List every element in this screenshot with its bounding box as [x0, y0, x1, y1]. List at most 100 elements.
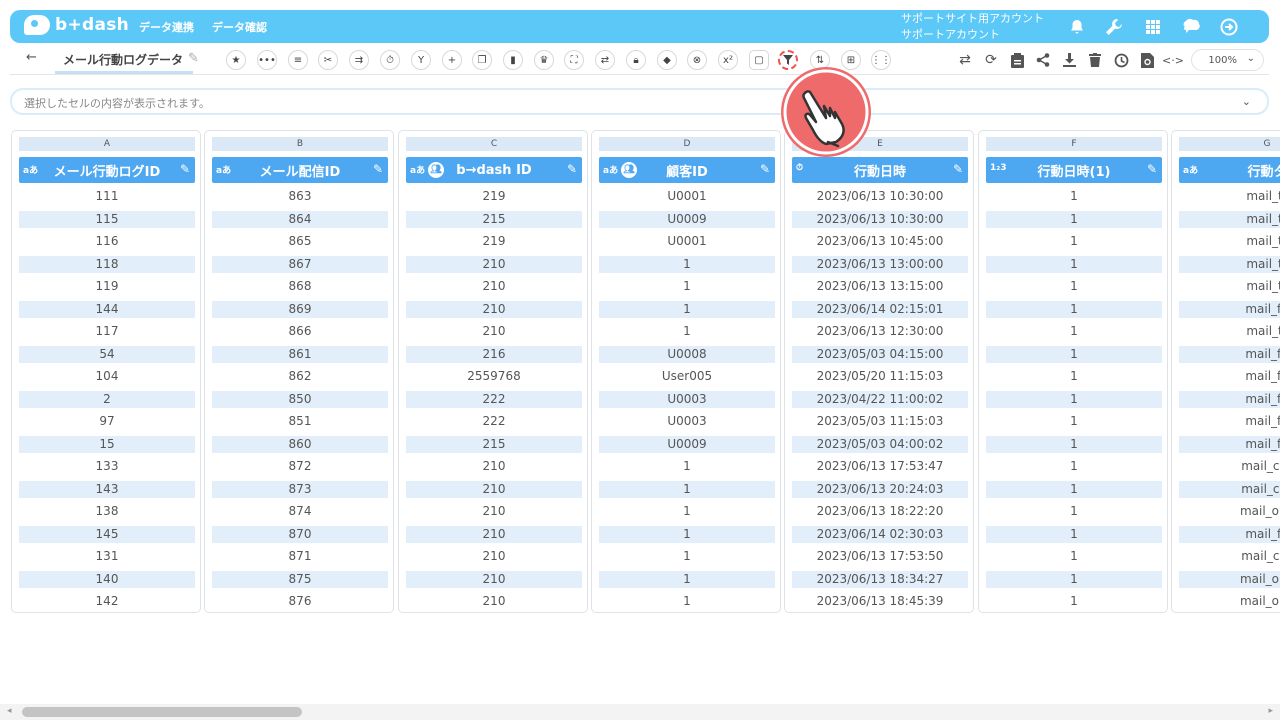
scrollbar-thumb[interactable] [22, 707, 302, 717]
table-cell[interactable]: 1 [986, 323, 1162, 340]
table-cell[interactable]: U0003 [599, 413, 775, 430]
column-header[interactable]: aあ メール配信ID ✎ [212, 157, 388, 183]
edit-column-icon[interactable]: ✎ [953, 162, 963, 176]
column-header[interactable]: aあ メール行動ログID ✎ [19, 157, 195, 183]
table-cell[interactable]: 2023/05/03 11:15:03 [792, 413, 968, 430]
table-cell[interactable]: 1 [986, 480, 1162, 498]
chevron-down-icon[interactable]: ⌄ [1242, 95, 1251, 108]
table-cell[interactable]: 54 [19, 345, 195, 363]
table-cell[interactable]: 210 [406, 503, 582, 520]
table-cell[interactable]: 210 [406, 593, 582, 610]
scroll-right-icon[interactable]: ▸ [1268, 706, 1273, 716]
table-cell[interactable]: 118 [19, 255, 195, 273]
table-cell[interactable]: 2 [19, 390, 195, 408]
table-cell[interactable]: mail_tr [1179, 233, 1280, 250]
swap-icon[interactable]: ⇄ [595, 50, 615, 70]
table-cell[interactable]: 2023/06/13 18:45:39 [792, 593, 968, 610]
edit-column-icon[interactable]: ✎ [373, 162, 383, 176]
table-cell[interactable]: mail_tr [1179, 323, 1280, 340]
table-cell[interactable]: 2023/06/13 13:00:00 [792, 255, 968, 273]
horizontal-scrollbar[interactable]: ◂ ▸ [0, 704, 1280, 720]
table-cell[interactable]: User005 [599, 368, 775, 385]
edit-column-icon[interactable]: ✎ [180, 162, 190, 176]
table-cell[interactable]: 2023/06/14 02:15:01 [792, 300, 968, 318]
table-cell[interactable]: 210 [406, 323, 582, 340]
table-cell[interactable]: mail_fa [1179, 413, 1280, 430]
table-cell[interactable]: mail_fa [1179, 345, 1280, 363]
table-cell[interactable]: 1 [599, 255, 775, 273]
table-cell[interactable]: 138 [19, 503, 195, 520]
table-cell[interactable]: mail_clic [1179, 458, 1280, 475]
list-icon[interactable]: ≡ [288, 50, 308, 70]
table-cell[interactable]: 860 [212, 435, 388, 453]
back-button[interactable]: ← [26, 50, 37, 65]
table-cell[interactable]: 2023/05/03 04:00:02 [792, 435, 968, 453]
copy-icon[interactable]: ❐ [472, 50, 492, 70]
table-cell[interactable]: 215 [406, 435, 582, 453]
table-cell[interactable]: mail_tr [1179, 278, 1280, 295]
column-header[interactable]: aあ 👥︎ b→dash ID ✎ [406, 157, 582, 183]
table-cell[interactable]: 868 [212, 278, 388, 295]
table-cell[interactable]: 874 [212, 503, 388, 520]
column-letter[interactable]: D [599, 137, 775, 151]
function-icon[interactable]: x² [718, 50, 738, 70]
table-cell[interactable]: 222 [406, 413, 582, 430]
table-cell[interactable]: 872 [212, 458, 388, 475]
transfer-icon[interactable]: ⇄ [956, 51, 974, 69]
table-cell[interactable]: 111 [19, 188, 195, 205]
table-cell[interactable]: 219 [406, 233, 582, 250]
sheet-name[interactable]: メール行動ログデータ [55, 51, 194, 74]
dots-icon[interactable]: ••• [257, 50, 277, 70]
refresh-icon[interactable]: ⟳ [982, 51, 1000, 69]
table-cell[interactable]: 1 [986, 570, 1162, 588]
table-cell[interactable]: 2023/05/20 11:15:03 [792, 368, 968, 385]
lock-icon[interactable]: 🔒︎ [626, 50, 646, 70]
table-cell[interactable]: 2023/06/13 18:34:27 [792, 570, 968, 588]
scroll-left-icon[interactable]: ◂ [7, 706, 12, 716]
table-cell[interactable]: 861 [212, 345, 388, 363]
table-cell[interactable]: U0003 [599, 390, 775, 408]
clipboard-icon[interactable] [1008, 51, 1026, 69]
table-cell[interactable]: 1 [599, 300, 775, 318]
table-cell[interactable]: 866 [212, 323, 388, 340]
table-cell[interactable]: 1 [986, 548, 1162, 565]
table-cell[interactable]: 210 [406, 548, 582, 565]
table-cell[interactable]: 210 [406, 300, 582, 318]
table-cell[interactable]: mail_clic [1179, 548, 1280, 565]
table-cell[interactable]: 2023/04/22 11:00:02 [792, 390, 968, 408]
table-cell[interactable]: mail_fa [1179, 525, 1280, 543]
table-cell[interactable]: 142 [19, 593, 195, 610]
table-cell[interactable]: 870 [212, 525, 388, 543]
table-cell[interactable]: mail_fa [1179, 435, 1280, 453]
table-cell[interactable]: 1 [986, 390, 1162, 408]
frame-icon[interactable]: ▢ [749, 50, 769, 70]
table-cell[interactable]: mail_ope [1179, 593, 1280, 610]
edit-column-icon[interactable]: ✎ [760, 162, 770, 176]
table-cell[interactable]: 2023/05/03 04:15:00 [792, 345, 968, 363]
share-icon[interactable] [1034, 51, 1052, 69]
table-cell[interactable]: mail_tr [1179, 210, 1280, 228]
table-cell[interactable]: 119 [19, 278, 195, 295]
table-cell[interactable]: mail_ope [1179, 570, 1280, 588]
table-cell[interactable]: 1 [986, 278, 1162, 295]
table-cell[interactable]: 2023/06/13 20:24:03 [792, 480, 968, 498]
table-cell[interactable]: 143 [19, 480, 195, 498]
column-header[interactable]: aあ 👥︎ 顧客ID ✎ [599, 157, 775, 183]
logout-icon[interactable] [1219, 17, 1239, 37]
table-cell[interactable]: 2023/06/13 17:53:50 [792, 548, 968, 565]
fork-icon[interactable]: Y [411, 50, 431, 70]
zoom-select[interactable]: 100% ⌄ [1191, 49, 1264, 71]
table-cell[interactable]: 1 [986, 255, 1162, 273]
table-cell[interactable]: 1 [599, 278, 775, 295]
table-cell[interactable]: 1 [986, 525, 1162, 543]
table-cell[interactable]: 1 [986, 300, 1162, 318]
table-cell[interactable]: 2023/06/13 10:30:00 [792, 210, 968, 228]
table-cell[interactable]: U0001 [599, 233, 775, 250]
expand-icon[interactable]: ⛶ [564, 50, 584, 70]
edit-column-icon[interactable]: ✎ [1147, 162, 1157, 176]
table-cell[interactable]: 864 [212, 210, 388, 228]
table-cell[interactable]: U0008 [599, 345, 775, 363]
table-cell[interactable]: mail_clic [1179, 480, 1280, 498]
wrench-icon[interactable] [1104, 17, 1124, 37]
table-cell[interactable]: 219 [406, 188, 582, 205]
